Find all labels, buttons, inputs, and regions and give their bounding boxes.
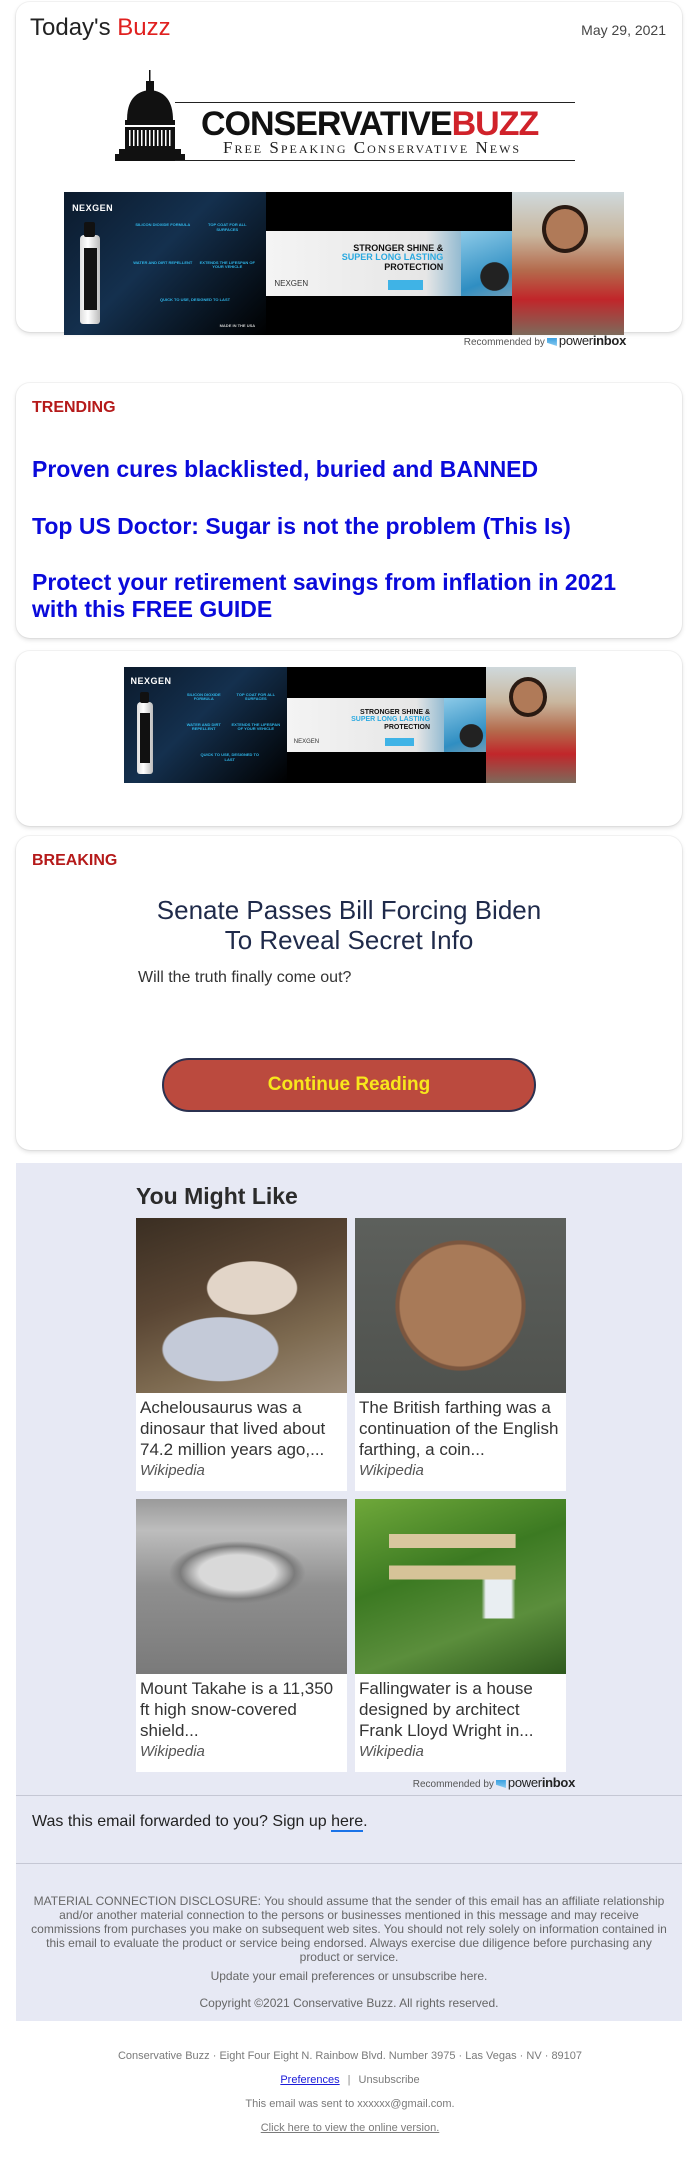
ad-feature: WATER AND DIRT REPELLENT [186,721,221,732]
ad-feature: TOP COAT FOR ALL SURFACES [208,222,247,233]
view-online-link[interactable]: Click here to view the online version. [0,2122,700,2134]
tile-description: Fallingwater is a house designed by arch… [359,1679,534,1740]
trending-link[interactable]: Protect your retirement savings from inf… [32,569,662,623]
recommended-label: Recommended by [463,337,545,348]
headline-line: To Reveal Secret Info [224,925,474,956]
logo-tagline: Free Speaking Conservative News [223,138,522,157]
ad-feature: EXTENDS THE LIFESPAN OF YOUR VEHICLE [231,721,281,732]
recommended-by-powerinbox[interactable]: Recommended by powerinbox [412,1775,576,1790]
breaking-subtitle: Will the truth finally come out? [138,969,352,986]
ad-banner-brand: NEXGEN [293,739,320,746]
recommendation-tile[interactable]: Fallingwater is a house designed by arch… [355,1499,566,1772]
ad-product-panel: NEXGEN SILICON DIOXIDE FORMULA TOP COAT … [124,667,287,783]
mount-takahe-photo [136,1499,347,1674]
ad-feature: EXTENDS THE LIFESPAN OF YOUR VEHICLE [199,259,255,270]
you-might-like-title: You Might Like [136,1183,298,1209]
ad-feature: WATER AND DIRT REPELLENT [133,259,193,265]
capitol-dome-icon [115,70,185,161]
copyright-notice: Copyright ©2021 Conservative Buzz. All r… [199,1996,499,2010]
forwarded-signup-text: Was this email forwarded to you? Sign up… [32,1813,368,1832]
ad-headline: STRONGER SHINE & SUPER LONG LASTING PROT… [341,242,444,272]
ad-feature: QUICK TO USE, DESIGNED TO LAST [200,751,260,762]
dinosaur-skull-photo [136,1218,347,1393]
farthing-coin-photo [355,1218,566,1393]
headline-line: Senate Passes Bill Forcing Biden [156,895,542,925]
breaking-label: BREAKING [32,852,118,869]
fallingwater-photo [355,1499,566,1674]
issue-date: May 29, 2021 [581,22,666,38]
ad-banner-brand: NEXGEN [274,279,309,289]
sent-to-notice: This email was sent to xxxxxx@gmail.com. [245,2098,455,2110]
nexgen-ad-banner[interactable]: NEXGEN SILICON DIOXIDE FORMULA TOP COAT … [64,192,624,335]
breaking-headline[interactable]: Senate Passes Bill Forcing Biden To Reve… [16,895,682,955]
tile-source: Wikipedia [359,1743,424,1760]
tile-description: The British farthing was a continuation … [359,1398,559,1459]
powerinbox-logo-icon [495,1780,506,1788]
link-separator: | [347,2074,351,2086]
ad-click-here-button[interactable] [387,279,423,290]
ad-click-here-button[interactable] [385,738,414,747]
you-might-like-section: You Might Like Achelousaurus was a dinos… [16,1163,682,2021]
ad-made-in-usa: MADE IN THE USA [219,322,256,328]
tile-source: Wikipedia [140,1462,205,1479]
material-connection-disclosure: MATERIAL CONNECTION DISCLOSURE: You shou… [31,1894,667,1964]
recommended-by-powerinbox[interactable]: Recommended by powerinbox [463,333,627,348]
ad-brand-logo: NEXGEN [72,203,114,214]
sender-address: Conservative Buzz · Eight Four Eight N. … [117,2050,583,2062]
ad-brand-logo: NEXGEN [130,676,172,687]
ad-feature: QUICK TO USE, DESIGNED TO LAST [159,296,231,302]
nexgen-ad-banner[interactable]: NEXGEN SILICON DIOXIDE FORMULA TOP COAT … [124,667,576,783]
spray-bottle-image [137,691,154,774]
title-accent: Buzz [117,14,171,41]
ad-model-photo [485,667,576,783]
tile-source: Wikipedia [359,1462,424,1479]
ad-product-panel: NEXGEN SILICON DIOXIDE FORMULA TOP COAT … [64,192,266,335]
tile-description: Mount Takahe is a 11,350 ft high snow-co… [140,1679,334,1740]
ad-headline: STRONGER SHINE & SUPER LONG LASTING PROT… [351,708,431,731]
ad-model-photo [512,192,624,335]
update-preferences-link[interactable]: Update your email preferences or unsubsc… [16,1969,682,1983]
recommendation-tile[interactable]: Mount Takahe is a 11,350 ft high snow-co… [136,1499,347,1772]
tile-description: Achelousaurus was a dinosaur that lived … [140,1398,326,1459]
ad-feature: TOP COAT FOR ALL SURFACES [236,691,276,702]
recommendation-tile[interactable]: Achelousaurus was a dinosaur that lived … [136,1218,347,1491]
title-prefix: Today's [30,14,118,41]
section-divider [16,1863,682,1864]
logo-rule-top [175,102,575,103]
trending-label: TRENDING [32,399,116,416]
trending-link[interactable]: Top US Doctor: Sugar is not the problem … [32,513,662,540]
ad-feature: SILICON DIOXIDE FORMULA [186,691,221,702]
signup-here-link[interactable]: here [331,1813,364,1832]
tile-source: Wikipedia [140,1743,205,1760]
footer-links: Preferences | Unsubscribe [0,2074,700,2086]
conservative-buzz-logo[interactable]: CONSERVATIVEBUZZ Free Speaking Conservat… [115,70,575,165]
logo-rule-bottom [175,160,575,161]
recommendation-tile[interactable]: The British farthing was a continuation … [355,1218,566,1491]
preferences-link[interactable]: Preferences [280,2074,339,2086]
continue-reading-button[interactable]: Continue Reading [162,1058,536,1112]
unsubscribe-link[interactable]: Unsubscribe [359,2074,420,2086]
powerinbox-logo-icon [546,338,557,346]
recommended-label: Recommended by [412,1779,494,1790]
trending-card: TRENDING Proven cures blacklisted, burie… [16,383,682,638]
ad-feature: SILICON DIOXIDE FORMULA [135,222,191,228]
section-divider [16,1795,682,1796]
newsletter-title: Today's Buzz [30,14,171,42]
trending-link[interactable]: Proven cures blacklisted, buried and BAN… [32,456,662,483]
spray-bottle-image [80,222,101,324]
breaking-card: BREAKING Senate Passes Bill Forcing Bide… [16,836,682,1150]
